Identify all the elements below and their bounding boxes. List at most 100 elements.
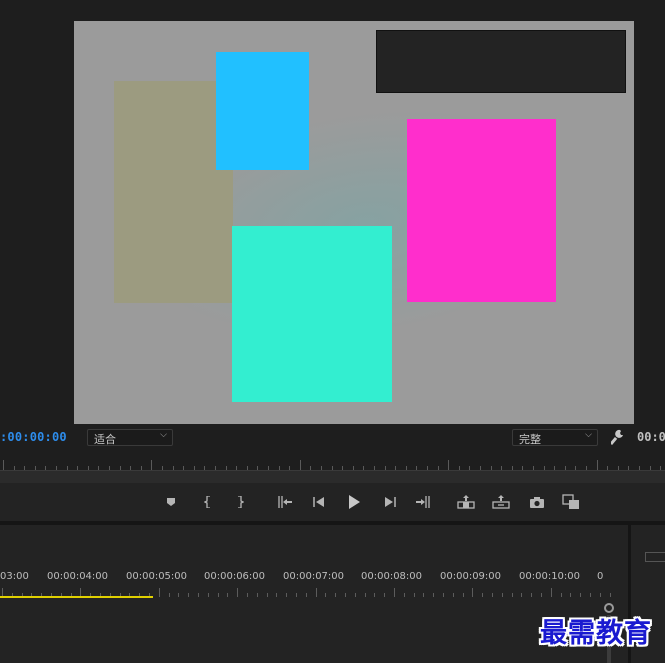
extract-icon: [492, 495, 510, 509]
ruler-tick: [437, 466, 439, 470]
ruler-tick: [183, 466, 185, 470]
ruler-tick: [423, 593, 425, 597]
cyan-rectangle: [232, 226, 392, 402]
ruler-tick: [198, 593, 199, 597]
ruler-tick: [521, 593, 523, 597]
ruler-tick: [501, 466, 503, 470]
mark-out-button[interactable]: [230, 492, 250, 512]
add-marker-button[interactable]: [161, 492, 181, 512]
ruler-tick: [331, 466, 333, 470]
ruler-tick: [158, 588, 160, 597]
export-frame-button[interactable]: [527, 492, 547, 512]
ruler-tick: [462, 593, 464, 597]
step-back-icon: [313, 497, 324, 507]
ruler-tick: [560, 593, 562, 597]
video-canvas[interactable]: [74, 21, 634, 424]
mark-in-button[interactable]: [198, 492, 218, 512]
ruler-tick: [492, 593, 493, 597]
ruler-tick: [628, 466, 630, 470]
monitor-time-ruler[interactable]: [0, 455, 665, 471]
timeline-time-label: 00:00:05:00: [126, 571, 188, 582]
ruler-tick: [531, 593, 533, 597]
ruler-tick: [247, 593, 248, 597]
ruler-tick: [374, 593, 376, 597]
ruler-tick: [162, 466, 163, 470]
quality-dropdown[interactable]: 完整 ⌵: [512, 429, 598, 446]
ruler-tick: [98, 466, 100, 470]
ruler-tick: [586, 466, 587, 470]
playhead-timecode[interactable]: :00:00:00: [0, 430, 67, 444]
ruler-tick: [109, 466, 110, 470]
work-area-bar[interactable]: [0, 596, 153, 598]
ruler-tick: [550, 588, 552, 597]
ruler-tick: [363, 466, 365, 470]
duration-timecode: 00:0: [637, 430, 665, 444]
ruler-tick: [394, 588, 395, 597]
timeline-time-label: 00:00:04:00: [47, 571, 109, 582]
ruler-tick: [533, 466, 534, 470]
ruler-tick: [596, 460, 598, 470]
step-forward-icon: [385, 497, 396, 507]
comparison-view-button[interactable]: [561, 492, 581, 512]
marker-icon: [167, 498, 175, 506]
ruler-tick: [24, 466, 26, 470]
ruler-tick: [237, 588, 239, 597]
ruler-tick: [364, 593, 366, 597]
monitor-zoom-scrollbar[interactable]: [0, 471, 665, 483]
step-forward-button[interactable]: [380, 492, 400, 512]
ruler-tick: [599, 593, 601, 597]
ruler-tick: [554, 466, 556, 470]
blue-rectangle: [216, 52, 309, 170]
step-back-button[interactable]: [309, 492, 329, 512]
ruler-tick: [257, 466, 259, 470]
ruler-tick: [472, 588, 474, 597]
timeline-time-label: 00:00:10:00: [519, 571, 581, 582]
ruler-tick: [580, 593, 582, 597]
ruler-tick: [543, 466, 545, 470]
ruler-tick: [178, 593, 180, 597]
ruler-tick: [204, 466, 206, 470]
ruler-tick: [458, 466, 460, 470]
ruler-tick: [172, 466, 174, 470]
zoom-dropdown[interactable]: 适合 ⌵: [87, 429, 173, 446]
panel-tab[interactable]: [645, 552, 665, 562]
ruler-tick: [193, 466, 195, 470]
lift-icon: [457, 495, 475, 509]
timeline-time-label: 03:00: [0, 571, 29, 582]
ruler-tick: [617, 466, 619, 470]
lift-button[interactable]: [456, 492, 476, 512]
timeline-time-label: 0: [597, 571, 604, 582]
ruler-tick: [13, 466, 15, 470]
ruler-tick: [278, 466, 280, 470]
ruler-tick: [541, 593, 542, 597]
play-button[interactable]: [344, 492, 364, 512]
ruler-tick: [246, 466, 248, 470]
extract-button[interactable]: [491, 492, 511, 512]
ruler-tick: [590, 593, 591, 597]
watermark-logo: 最需教育: [540, 618, 652, 649]
ruler-tick: [511, 593, 513, 597]
mark-in-icon: [204, 496, 210, 508]
comparison-icon: [562, 494, 579, 509]
ruler-tick: [335, 593, 337, 597]
ruler-tick: [66, 466, 68, 470]
ruler-tick: [354, 593, 356, 597]
go-to-in-button[interactable]: [275, 492, 295, 512]
ruler-tick: [268, 466, 269, 470]
ruler-tick: [236, 466, 238, 470]
camera-icon: [530, 497, 544, 508]
program-monitor: [0, 0, 665, 470]
ruler-tick: [607, 466, 609, 470]
ruler-tick: [452, 593, 454, 597]
ruler-tick: [660, 466, 662, 470]
ruler-tick: [119, 466, 121, 470]
ruler-tick: [609, 593, 611, 597]
ruler-tick: [87, 466, 89, 470]
ruler-tick: [482, 593, 484, 597]
ruler-tick: [321, 466, 322, 470]
wrench-icon[interactable]: [609, 429, 625, 446]
ruler-tick: [649, 466, 651, 470]
ruler-tick: [448, 460, 450, 470]
ruler-tick: [77, 466, 79, 470]
go-to-out-button[interactable]: [413, 492, 433, 512]
